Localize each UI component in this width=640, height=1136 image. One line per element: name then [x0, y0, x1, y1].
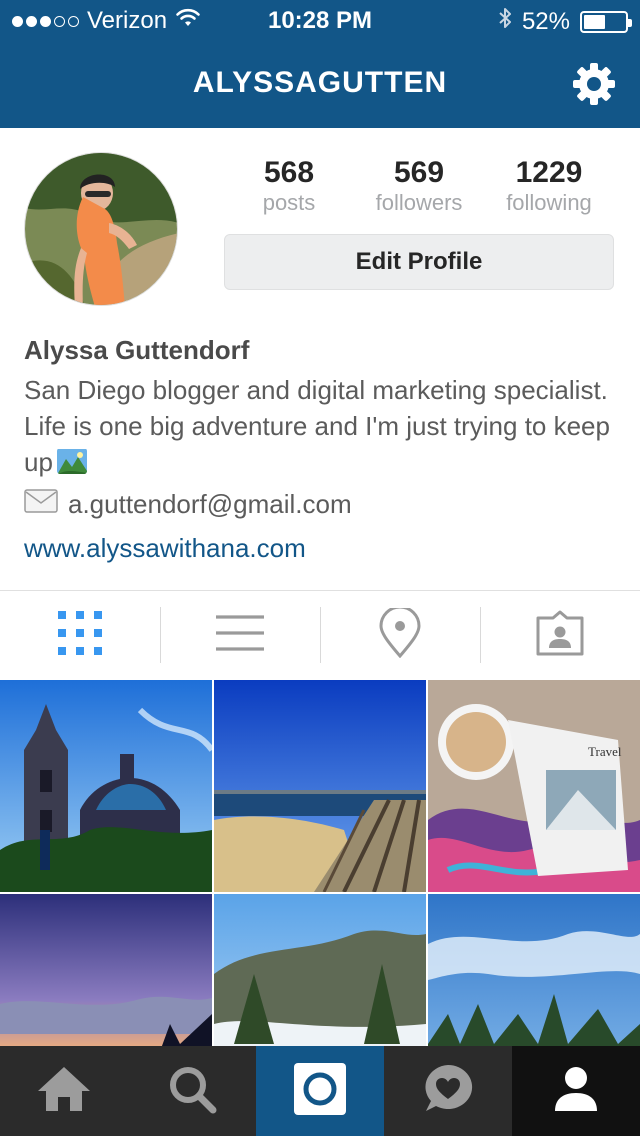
- tab-list-view[interactable]: [160, 591, 320, 680]
- activity-tab[interactable]: [384, 1046, 512, 1136]
- photo-tile[interactable]: [214, 894, 426, 1046]
- battery-icon: [580, 10, 632, 33]
- bio-text: San Diego blogger and digital marketing …: [24, 375, 610, 477]
- photo-tile[interactable]: Travel: [428, 680, 640, 892]
- followers-stat[interactable]: 569 followers: [354, 156, 484, 220]
- bio-text-block: San Diego blogger and digital marketing …: [24, 372, 620, 480]
- followers-count: 569: [393, 156, 445, 189]
- search-icon: [167, 1064, 217, 1119]
- list-icon: [215, 613, 265, 658]
- battery-percent: 52%: [521, 7, 570, 35]
- following-stat[interactable]: 1229 following: [484, 156, 614, 220]
- settings-button[interactable]: [568, 60, 620, 112]
- envelope-icon: [24, 486, 58, 522]
- home-tab[interactable]: [0, 1046, 128, 1136]
- posts-label: posts: [262, 190, 316, 215]
- photo-tile[interactable]: [214, 680, 426, 892]
- svg-text:Travel: Travel: [588, 744, 622, 759]
- status-bar: Verizon 10:28 PM 52%: [0, 0, 640, 40]
- email-text[interactable]: a.guttendorf@gmail.com: [68, 486, 352, 522]
- location-pin-icon: [378, 605, 422, 663]
- posts-count: 568: [263, 156, 315, 189]
- landscape-emoji-icon: [56, 448, 87, 474]
- photo-tile[interactable]: [0, 894, 212, 1046]
- username-title: ALYSSAGUTTEN: [192, 66, 448, 99]
- profile-stats: 568 posts 569 followers 1229 following: [224, 156, 614, 220]
- person-icon: [553, 1065, 599, 1118]
- heart-bubble-icon: [422, 1063, 474, 1120]
- edit-profile-button[interactable]: Edit Profile: [224, 234, 614, 290]
- photo-tile[interactable]: [0, 680, 212, 892]
- avatar[interactable]: [24, 152, 178, 306]
- profile-view-tabs: [0, 590, 640, 680]
- website-link[interactable]: www.alyssawithana.com: [24, 530, 620, 566]
- app-header: Verizon 10:28 PM 52% ALYSSAGUTTEN: [0, 0, 640, 128]
- camera-tab[interactable]: [256, 1046, 384, 1136]
- grid-icon: [57, 610, 103, 661]
- status-right: 52%: [498, 6, 632, 37]
- tagged-person-icon: [535, 610, 585, 661]
- tab-grid-view[interactable]: [0, 591, 160, 680]
- camera-icon: [294, 1062, 346, 1120]
- profile-bio-section: Alyssa Guttendorf San Diego blogger and …: [24, 332, 620, 566]
- tab-map-view[interactable]: [320, 591, 480, 680]
- tab-tagged-view[interactable]: [480, 591, 640, 680]
- home-icon: [36, 1065, 92, 1118]
- email-row: a.guttendorf@gmail.com: [24, 486, 620, 522]
- gear-icon: [571, 61, 617, 112]
- full-name: Alyssa Guttendorf: [24, 335, 250, 365]
- photo-grid: Travel: [0, 680, 640, 1046]
- following-label: following: [506, 190, 592, 215]
- bottom-tab-bar: [0, 1046, 640, 1136]
- search-tab[interactable]: [128, 1046, 256, 1136]
- photo-tile[interactable]: [428, 894, 640, 1046]
- profile-tab[interactable]: [512, 1046, 640, 1136]
- posts-stat[interactable]: 568 posts: [224, 156, 354, 220]
- bluetooth-icon: [498, 6, 512, 37]
- followers-label: followers: [375, 190, 463, 215]
- following-count: 1229: [515, 156, 583, 189]
